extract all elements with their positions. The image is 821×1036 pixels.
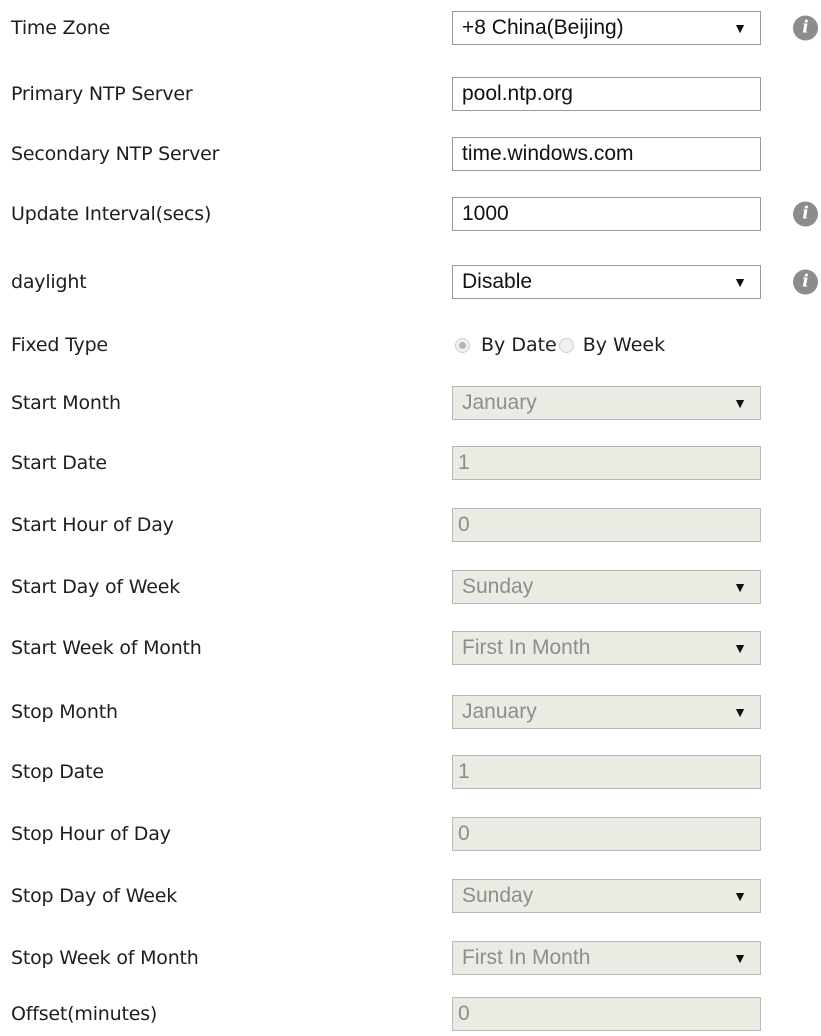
chevron-down-icon: ▼ — [733, 640, 747, 656]
stop-hour-row: Stop Hour of Day 0 — [0, 814, 821, 854]
time-zone-value: +8 China(Beijing) — [462, 16, 624, 39]
stop-month-row: Stop Month January ▼ — [0, 692, 821, 732]
offset-row: Offset(minutes) 0 — [0, 994, 821, 1034]
start-week-of-month-select[interactable]: First In Month ▼ — [452, 631, 761, 665]
fixed-type-radio-group: By Date By Week — [452, 334, 665, 356]
chevron-down-icon: ▼ — [733, 888, 747, 904]
start-hour-label: Start Hour of Day — [11, 514, 174, 536]
secondary-ntp-row: Secondary NTP Server time.windows.com — [0, 134, 821, 174]
time-zone-select[interactable]: +8 China(Beijing) ▼ — [452, 11, 761, 45]
stop-week-of-month-label: Stop Week of Month — [11, 947, 199, 969]
start-day-of-week-label: Start Day of Week — [11, 576, 181, 598]
start-week-of-month-row: Start Week of Month First In Month ▼ — [0, 628, 821, 668]
stop-date-label: Stop Date — [11, 761, 104, 783]
secondary-ntp-input[interactable]: time.windows.com — [452, 137, 761, 171]
update-interval-input[interactable]: 1000 — [452, 197, 761, 231]
daylight-label: daylight — [11, 271, 87, 293]
by-week-label: By Week — [582, 334, 666, 356]
start-day-of-week-value: Sunday — [462, 575, 534, 598]
primary-ntp-label: Primary NTP Server — [11, 83, 193, 105]
start-hour-input[interactable]: 0 — [452, 508, 761, 542]
start-date-row: Start Date 1 — [0, 443, 821, 483]
start-week-of-month-value: First In Month — [462, 636, 591, 659]
chevron-down-icon: ▼ — [733, 950, 747, 966]
stop-hour-label: Stop Hour of Day — [11, 823, 171, 845]
update-interval-label: Update Interval(secs) — [11, 203, 212, 225]
stop-day-of-week-value: Sunday — [462, 884, 534, 907]
chevron-down-icon: ▼ — [733, 274, 747, 290]
stop-week-of-month-value: First In Month — [462, 946, 591, 969]
primary-ntp-input[interactable]: pool.ntp.org — [452, 77, 761, 111]
stop-day-of-week-label: Stop Day of Week — [11, 885, 178, 907]
chevron-down-icon: ▼ — [733, 395, 747, 411]
chevron-down-icon: ▼ — [733, 579, 747, 595]
stop-date-row: Stop Date 1 — [0, 752, 821, 792]
start-date-input[interactable]: 1 — [452, 446, 761, 480]
info-icon[interactable]: i — [793, 269, 818, 295]
offset-input[interactable]: 0 — [452, 997, 761, 1031]
start-date-label: Start Date — [11, 452, 107, 474]
stop-month-select[interactable]: January ▼ — [452, 695, 761, 729]
start-month-row: Start Month January ▼ — [0, 383, 821, 423]
offset-label: Offset(minutes) — [11, 1003, 158, 1025]
by-date-radio[interactable] — [455, 337, 470, 353]
start-hour-row: Start Hour of Day 0 — [0, 505, 821, 545]
by-week-radio[interactable] — [558, 337, 574, 353]
secondary-ntp-label: Secondary NTP Server — [11, 143, 220, 165]
stop-week-of-month-select[interactable]: First In Month ▼ — [452, 941, 761, 975]
start-day-of-week-select[interactable]: Sunday ▼ — [452, 570, 761, 604]
update-interval-row: Update Interval(secs) 1000 i — [0, 194, 821, 234]
fixed-type-label: Fixed Type — [11, 334, 108, 356]
stop-day-of-week-select[interactable]: Sunday ▼ — [452, 879, 761, 913]
daylight-value: Disable — [462, 270, 533, 293]
stop-month-value: January — [462, 700, 537, 723]
start-month-label: Start Month — [11, 392, 121, 414]
start-month-value: January — [462, 391, 537, 414]
info-icon[interactable]: i — [793, 15, 818, 41]
time-zone-label: Time Zone — [11, 17, 111, 39]
time-zone-row: Time Zone +8 China(Beijing) ▼ i — [0, 8, 821, 48]
daylight-select[interactable]: Disable ▼ — [452, 265, 761, 299]
chevron-down-icon: ▼ — [733, 704, 747, 720]
daylight-row: daylight Disable ▼ i — [0, 262, 821, 302]
primary-ntp-row: Primary NTP Server pool.ntp.org — [0, 74, 821, 114]
stop-week-of-month-row: Stop Week of Month First In Month ▼ — [0, 938, 821, 978]
stop-hour-input[interactable]: 0 — [452, 817, 761, 851]
stop-day-of-week-row: Stop Day of Week Sunday ▼ — [0, 876, 821, 916]
stop-month-label: Stop Month — [11, 701, 118, 723]
start-week-of-month-label: Start Week of Month — [11, 637, 202, 659]
start-day-of-week-row: Start Day of Week Sunday ▼ — [0, 567, 821, 607]
info-icon[interactable]: i — [793, 201, 818, 227]
fixed-type-row: Fixed Type By Date By Week — [0, 325, 821, 365]
stop-date-input[interactable]: 1 — [452, 755, 761, 789]
chevron-down-icon: ▼ — [733, 20, 747, 36]
by-date-label: By Date — [481, 334, 557, 356]
start-month-select[interactable]: January ▼ — [452, 386, 761, 420]
